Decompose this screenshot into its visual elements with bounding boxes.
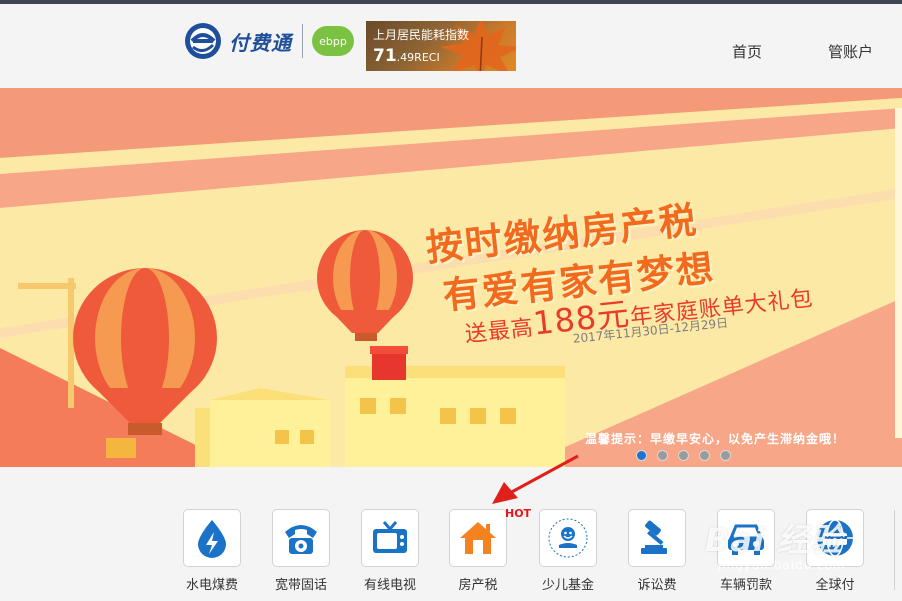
service-icon-box xyxy=(628,509,686,567)
service-label: 诉讼费 xyxy=(637,578,677,593)
carousel-dot-4[interactable] xyxy=(699,450,710,461)
service-label: 车辆罚款 xyxy=(719,578,772,593)
service-cable-tv[interactable]: 有线电视 xyxy=(350,509,430,593)
carousel-dot-5[interactable] xyxy=(720,450,731,461)
fufeitong-logo-icon xyxy=(185,23,221,59)
energy-index-int: 71 xyxy=(373,46,397,66)
energy-index-widget[interactable]: 上月居民能耗指数 71.49RECI xyxy=(366,21,516,71)
service-icon-box xyxy=(183,509,241,567)
gavel-icon xyxy=(641,520,667,554)
telephone-icon xyxy=(285,525,317,554)
service-litigation-fee[interactable]: 诉讼费 xyxy=(617,509,697,593)
service-label: 少儿基金 xyxy=(541,578,594,593)
logo-divider xyxy=(302,24,303,58)
service-label: 全球付 xyxy=(815,578,855,593)
child-fund-icon xyxy=(548,518,588,558)
service-property-tax[interactable]: 房产税 xyxy=(438,509,518,593)
service-label: 宽带固话 xyxy=(274,578,327,593)
logo-text: 付费通 xyxy=(229,30,292,55)
energy-index-value: 71.49RECI xyxy=(373,46,440,66)
nav-home[interactable]: 首页 xyxy=(732,41,762,62)
watermark-url: jingyan.baidu.com xyxy=(718,558,846,572)
service-label: 房产税 xyxy=(458,578,498,593)
nav-manage-account[interactable]: 管账户 xyxy=(828,41,873,62)
logo[interactable]: 付费通 ebpp xyxy=(183,21,354,61)
divider xyxy=(894,510,895,590)
service-icon-box xyxy=(361,509,419,567)
service-label: 水电煤费 xyxy=(185,578,238,593)
service-label: 有线电视 xyxy=(363,578,416,593)
tv-icon xyxy=(373,521,407,553)
service-icon-box xyxy=(539,509,597,567)
carousel-dots xyxy=(636,450,731,461)
water-drop-icon xyxy=(198,520,226,558)
service-icon-box xyxy=(449,509,507,567)
ebpp-badge: ebpp xyxy=(312,26,354,56)
service-child-fund[interactable]: 少儿基金 xyxy=(528,509,608,593)
service-icon-box xyxy=(272,509,330,567)
banner-tip: 温馨提示：早缴早安心，以免产生滞纳金哦！ xyxy=(585,432,846,446)
carousel-dot-3[interactable] xyxy=(678,450,689,461)
pointer-arrow-icon xyxy=(492,454,579,504)
hot-badge: HOT xyxy=(505,507,532,520)
promo-prefix: 送最高 xyxy=(463,315,536,348)
carousel-dot-1[interactable] xyxy=(636,450,647,461)
energy-index-label: 上月居民能耗指数 xyxy=(373,28,470,42)
header: 付费通 ebpp 上月居民能耗指数 71.49RECI 首页 管账户 xyxy=(0,4,902,88)
house-icon xyxy=(460,522,496,554)
service-broadband[interactable]: 宽带固话 xyxy=(261,509,341,593)
energy-index-dec: .49 xyxy=(396,51,415,64)
energy-index-unit: RECI xyxy=(414,51,440,64)
carousel-dot-2[interactable] xyxy=(657,450,668,461)
watermark-logo: Bai 经验 xyxy=(705,521,844,559)
service-utilities[interactable]: 水电煤费 xyxy=(172,509,252,593)
promo-banner[interactable]: 按时缴纳房产税 有爱有家有梦想 送最高188元年家庭账单大礼包 2017年11月… xyxy=(0,88,902,467)
